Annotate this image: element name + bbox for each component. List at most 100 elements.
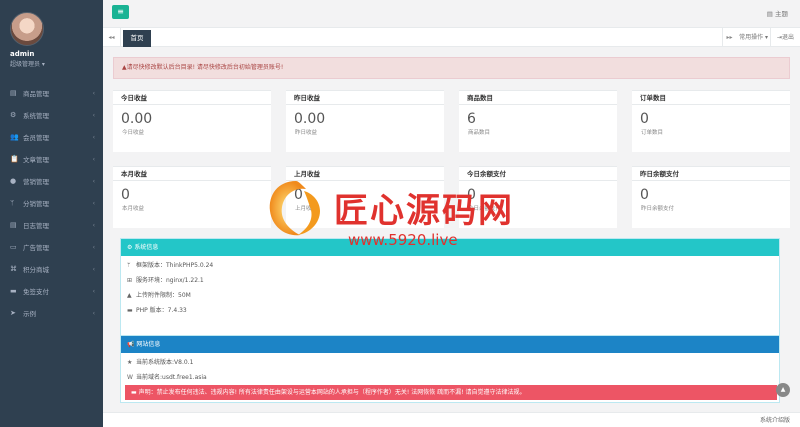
sidebar: admin 超级管理员 ▾ ▤ 商品管理 ‹ ⚙ 系统管理 ‹ 👥 会员管理 ‹ 📋 文章管理 ‹ ● 营…	[0, 0, 103, 427]
stat-card: 本月收益 0 本月收益	[113, 166, 271, 228]
sidebar-item[interactable]: 📋 文章管理 ‹	[0, 148, 103, 170]
chevron-left-icon: ‹	[92, 177, 95, 185]
chevron-left-icon: ‹	[92, 133, 95, 141]
sidebar-item[interactable]: ● 营销管理 ‹	[0, 170, 103, 192]
site-info-row: ★ 当前系统版本:V8.0.1	[121, 355, 779, 370]
chevron-left-icon: ‹	[92, 89, 95, 97]
system-info-row: ▬ PHP 版本：7.4.33	[121, 303, 779, 318]
menu-toggle-button[interactable]: ≡	[112, 5, 129, 19]
info-icon: W	[127, 374, 133, 381]
system-info-row: ⊞ 服务环境：nginx/1.22.1	[121, 273, 779, 288]
info-icon: ★	[127, 359, 133, 366]
theme-icon: ▤	[766, 10, 773, 18]
logout-button[interactable]: ⇥退出	[770, 28, 800, 47]
stat-subtitle: 上月收益	[295, 206, 318, 212]
info-icon: ▬	[127, 307, 133, 314]
topbar: ≡ ▤ 主题	[103, 0, 800, 28]
sidebar-item[interactable]: ▤ 商品管理 ‹	[0, 82, 103, 104]
stat-title: 订单数目	[632, 91, 790, 105]
chevron-left-icon: ‹	[92, 287, 95, 295]
stat-subtitle: 商品数目	[468, 130, 491, 136]
arrow-up-icon: ▲	[780, 386, 786, 393]
info-icon: ᛘ	[127, 262, 131, 269]
sidebar-nav: ▤ 商品管理 ‹ ⚙ 系统管理 ‹ 👥 会员管理 ‹ 📋 文章管理 ‹ ● 营销管理 ‹ ᛘ 分销管理 ‹ ▤ 日志管…	[0, 82, 103, 324]
sidebar-item[interactable]: ▭ 广告管理 ‹	[0, 236, 103, 258]
nav-icon: 👥	[10, 133, 19, 141]
chevron-left-icon: ‹	[92, 309, 95, 317]
sidebar-item[interactable]: ➤ 示例 ‹	[0, 302, 103, 324]
chevron-left-icon: ‹	[92, 265, 95, 273]
stat-value: 0	[467, 187, 476, 203]
avatar[interactable]	[10, 12, 44, 46]
notice-icon: ▬	[131, 389, 137, 396]
site-info-row: W 当前域名:usdt.free1.asia	[121, 370, 779, 385]
chevron-left-icon: ‹	[92, 111, 95, 119]
stat-subtitle: 昨日余额支付	[641, 206, 675, 212]
stat-value: 0	[640, 111, 649, 127]
theme-button[interactable]: ▤ 主题	[767, 8, 788, 18]
user-role-dropdown[interactable]: 超级管理员 ▾	[10, 59, 103, 68]
warning-alert: ▲请尽快修改默认后台目录! 请尽快修改后台初始管理员账号!	[113, 57, 790, 79]
sidebar-item-label: 文章管理	[23, 156, 49, 164]
stat-title: 今日收益	[113, 91, 271, 105]
stat-card: 今日收益 0.00 今日收益	[113, 90, 271, 152]
system-info-row: ᛘ 框架版本：ThinkPHP5.0.24	[121, 258, 779, 273]
footer: 系统介绍版	[103, 412, 800, 427]
sidebar-item-label: 广告管理	[23, 244, 49, 252]
nav-icon: ●	[10, 177, 17, 185]
tab-next-button[interactable]: ▸▸	[722, 28, 736, 47]
system-info-header: ⚙ 系统信息	[121, 239, 779, 256]
stat-title: 今日余额支付	[459, 167, 617, 181]
cogs-icon: ⚙	[127, 244, 133, 251]
stat-subtitle: 今日余额支付	[468, 206, 502, 212]
common-ops-dropdown[interactable]: 常用操作 ▾	[739, 28, 768, 47]
stat-title: 昨日余额支付	[632, 167, 790, 181]
sidebar-item[interactable]: 👥 会员管理 ‹	[0, 126, 103, 148]
sidebar-item[interactable]: ᛘ 分销管理 ‹	[0, 192, 103, 214]
nav-icon: ➤	[10, 309, 16, 317]
sidebar-item[interactable]: ⚙ 系统管理 ‹	[0, 104, 103, 126]
sidebar-item[interactable]: ▬ 免签支付 ‹	[0, 280, 103, 302]
tab-home[interactable]: 首页	[123, 30, 151, 47]
stat-title: 商品数目	[459, 91, 617, 105]
stat-value: 6	[467, 111, 476, 127]
stat-card: 昨日余额支付 0 昨日余额支付	[632, 166, 790, 228]
chevron-left-icon: ‹	[92, 155, 95, 163]
stat-subtitle: 今日收益	[122, 130, 145, 136]
stat-value: 0	[640, 187, 649, 203]
sidebar-item-label: 免签支付	[23, 288, 49, 296]
chevron-left-icon: ‹	[92, 221, 95, 229]
nav-icon: ⌘	[10, 265, 17, 273]
stat-subtitle: 订单数目	[641, 130, 664, 136]
nav-icon: ⚙	[10, 111, 17, 119]
bullhorn-icon: 📢	[127, 341, 135, 348]
nav-icon: ᛘ	[10, 199, 15, 207]
nav-icon: ▬	[10, 287, 17, 295]
nav-icon: 📋	[10, 155, 19, 163]
stat-card: 订单数目 0 订单数目	[632, 90, 790, 152]
info-icon: ⊞	[127, 277, 133, 284]
site-info-header: 📢 网站信息	[121, 336, 779, 353]
sidebar-item-label: 会员管理	[23, 134, 49, 142]
main-content: ▲请尽快修改默认后台目录! 请尽快修改后台初始管理员账号! 今日收益 0.00 今日…	[103, 47, 800, 412]
sidebar-item-label: 分销管理	[23, 200, 49, 208]
chevron-left-icon: ‹	[92, 243, 95, 251]
tab-prev-button[interactable]: ◂◂	[103, 28, 121, 47]
sidebar-item-label: 积分商城	[23, 266, 49, 274]
nav-icon: ▤	[10, 221, 17, 229]
stat-card: 昨日收益 0.00 昨日收益	[286, 90, 444, 152]
sidebar-item[interactable]: ⌘ 积分商城 ‹	[0, 258, 103, 280]
nav-icon: ▤	[10, 89, 17, 97]
chevron-left-icon: ‹	[92, 199, 95, 207]
sidebar-item-label: 日志管理	[23, 222, 49, 230]
stat-value: 0	[294, 187, 303, 203]
username: admin	[10, 50, 35, 58]
scroll-top-button[interactable]: ▲	[776, 383, 790, 397]
stat-title: 上月收益	[286, 167, 444, 181]
sidebar-item-label: 营销管理	[23, 178, 49, 186]
sidebar-item[interactable]: ▤ 日志管理 ‹	[0, 214, 103, 236]
sidebar-item-label: 商品管理	[23, 90, 49, 98]
sidebar-item-label: 系统管理	[23, 112, 49, 120]
stat-card: 今日余额支付 0 今日余额支付	[459, 166, 617, 228]
info-icon: ▲	[127, 292, 132, 299]
